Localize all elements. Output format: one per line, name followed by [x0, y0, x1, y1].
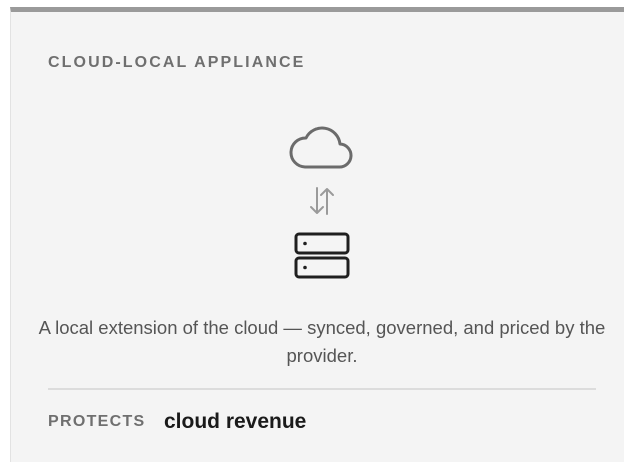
divider: [48, 388, 596, 390]
protects-label: PROTECTS: [48, 413, 146, 430]
sync-arrows-icon: [310, 187, 334, 215]
card-title: CLOUD-LOCAL APPLIANCE: [48, 54, 306, 71]
protects-value: cloud revenue: [163, 410, 307, 433]
cloud-icon: [289, 126, 353, 169]
server-icon: [294, 232, 350, 279]
appliance-card: CLOUD-LOCAL APPLIANCE A local extension …: [10, 7, 624, 462]
protects-row: PROTECTS cloud revenue: [48, 410, 306, 434]
appliance-diagram: [11, 112, 623, 292]
card-description: A local extension of the cloud — synced,…: [38, 317, 606, 366]
